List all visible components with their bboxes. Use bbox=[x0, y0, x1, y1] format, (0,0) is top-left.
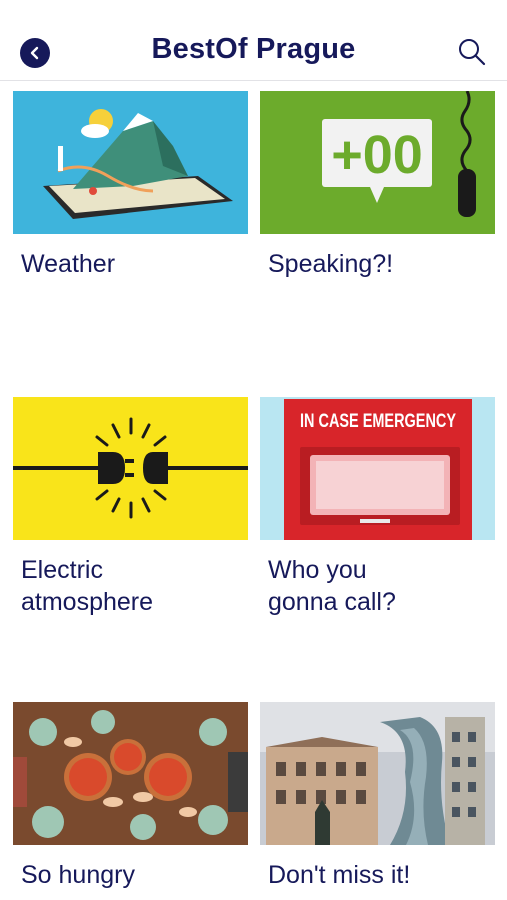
weather-image bbox=[13, 91, 248, 234]
emergency-sign-text: IN CASE EMERGENCY bbox=[300, 411, 456, 432]
app-header: BestOf Prague bbox=[0, 0, 507, 81]
card-dont-miss[interactable]: Don't miss it! bbox=[260, 702, 495, 891]
card-weather[interactable]: Weather bbox=[13, 91, 248, 280]
card-speaking[interactable]: +00 Speaking?! bbox=[260, 91, 495, 280]
dancing-house-image bbox=[260, 702, 495, 845]
search-button[interactable] bbox=[457, 37, 487, 67]
search-icon bbox=[459, 39, 486, 66]
card-label: So hungry bbox=[21, 861, 135, 889]
card-hungry[interactable]: So hungry bbox=[13, 702, 248, 891]
card-emergency[interactable]: IN CASE EMERGENCY Who you gonna call? bbox=[260, 397, 495, 618]
speaking-image: +00 bbox=[260, 91, 495, 234]
emergency-image: IN CASE EMERGENCY bbox=[260, 397, 495, 540]
hungry-image bbox=[13, 702, 248, 845]
card-label: Weather bbox=[21, 250, 116, 278]
card-label: Who you gonna call? bbox=[268, 556, 396, 616]
electric-image bbox=[13, 397, 248, 540]
page-title: BestOf Prague bbox=[151, 33, 356, 65]
card-label: Don't miss it! bbox=[268, 861, 411, 889]
card-electric[interactable]: Electric atmosphere bbox=[13, 397, 248, 618]
card-label: Electric atmosphere bbox=[21, 556, 154, 616]
speaking-sign-text: +00 bbox=[331, 125, 423, 185]
card-label: Speaking?! bbox=[268, 250, 394, 278]
